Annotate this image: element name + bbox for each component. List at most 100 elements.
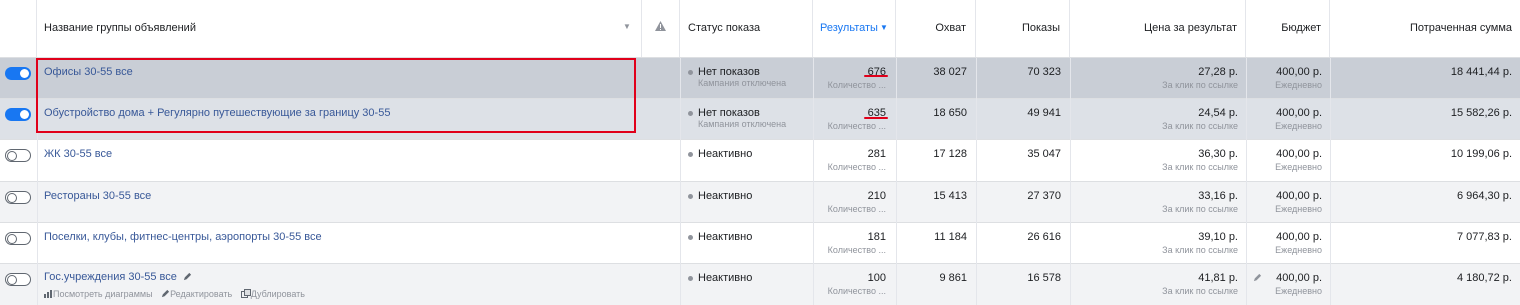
results-sub: Количество ...: [827, 80, 886, 90]
impressions-value: 35 047: [1027, 148, 1061, 160]
spent-value: 6 964,30 р.: [1456, 190, 1512, 202]
reach-value: 15 413: [933, 190, 967, 202]
adset-name-link[interactable]: Рестораны 30-55 все: [44, 190, 151, 202]
budget-value[interactable]: 400,00 р.: [1276, 272, 1322, 284]
budget-sub: Ежедневно: [1275, 121, 1322, 131]
adset-toggle[interactable]: [5, 273, 31, 286]
delivery-status: Нет показов Кампания отключена: [688, 66, 786, 88]
budget-value[interactable]: 400,00 р.: [1276, 231, 1322, 243]
table-row[interactable]: Рестораны 30-55 все Неактивно 210 Количе…: [0, 182, 1520, 223]
status-sub: Кампания отключена: [698, 78, 787, 88]
header-status[interactable]: Статус показа: [688, 22, 760, 34]
col-divider: [1070, 58, 1071, 305]
col-divider: [1246, 58, 1247, 305]
table-row[interactable]: ЖК 30-55 все Неактивно 281 Количество ..…: [0, 140, 1520, 182]
header-results[interactable]: Результаты: [820, 22, 878, 34]
spent-value: 18 441,44 р.: [1450, 66, 1512, 78]
reach-value: 18 650: [933, 107, 967, 119]
budget-sub: Ежедневно: [1275, 80, 1322, 90]
header-impressions-col[interactable]: Показы: [976, 0, 1070, 57]
header-cost[interactable]: Цена за результат: [1144, 22, 1237, 34]
status-dot-icon: [688, 110, 693, 116]
impressions-value: 16 578: [1027, 272, 1061, 284]
header-impressions[interactable]: Показы: [1022, 22, 1060, 34]
adset-name-link[interactable]: Офисы 30-55 все: [44, 66, 133, 78]
budget-sub: Ежедневно: [1275, 204, 1322, 214]
adset-name-link[interactable]: Поселки, клубы, фитнес-центры, аэропорты…: [44, 231, 322, 243]
budget-value[interactable]: 400,00 р.: [1276, 148, 1322, 160]
impressions-value: 27 370: [1027, 190, 1061, 202]
status-sub: Кампания отключена: [698, 119, 787, 129]
cost-sub: За клик по ссылке: [1162, 286, 1238, 296]
header-spent[interactable]: Потраченная сумма: [1410, 22, 1512, 34]
header-toggle-col: [0, 0, 37, 57]
header-reach[interactable]: Охват: [935, 22, 966, 34]
budget-edit-pencil-icon[interactable]: [1253, 273, 1262, 282]
cost-value: 39,10 р.: [1198, 231, 1238, 243]
adset-toggle[interactable]: [5, 191, 31, 204]
header-budget-col[interactable]: Бюджет: [1246, 0, 1330, 57]
impressions-value: 49 941: [1027, 107, 1061, 119]
chart-icon: [44, 290, 52, 298]
warning-icon[interactable]: [655, 21, 666, 31]
header-reach-col[interactable]: Охват: [896, 0, 976, 57]
results-sub: Количество ...: [827, 121, 886, 131]
header-warning-col[interactable]: [642, 0, 680, 57]
sort-chevron-icon[interactable]: ▼: [623, 22, 631, 31]
cost-sub: За клик по ссылке: [1162, 245, 1238, 255]
reach-value: 17 128: [933, 148, 967, 160]
spent-value: 15 582,26 р.: [1450, 107, 1512, 119]
delivery-status: Неактивно: [688, 148, 752, 160]
delivery-status: Неактивно: [688, 231, 752, 243]
cost-value: 36,30 р.: [1198, 148, 1238, 160]
header-status-col[interactable]: Статус показа: [680, 0, 813, 57]
header-name-col[interactable]: Название группы объявлений ▼: [37, 0, 642, 57]
duplicate-action[interactable]: Дублировать: [240, 289, 305, 299]
spent-value: 7 077,83 р.: [1456, 231, 1512, 243]
col-divider: [813, 58, 814, 305]
budget-value[interactable]: 400,00 р.: [1276, 66, 1322, 78]
results-sub: Количество ...: [827, 286, 886, 296]
budget-sub: Ежедневно: [1275, 245, 1322, 255]
pencil-icon[interactable]: [183, 272, 192, 281]
header-results-col[interactable]: Результаты ▼: [813, 0, 896, 57]
delivery-status: Нет показов Кампания отключена: [688, 107, 786, 129]
table-row[interactable]: Офисы 30-55 все Нет показов Кампания откл…: [0, 58, 1520, 99]
adset-name-link[interactable]: ЖК 30-55 все: [44, 148, 112, 160]
adset-toggle[interactable]: [5, 67, 31, 80]
impressions-value: 26 616: [1027, 231, 1061, 243]
cost-sub: За клик по ссылке: [1162, 80, 1238, 90]
header-budget[interactable]: Бюджет: [1281, 22, 1321, 34]
header-cost-col[interactable]: Цена за результат: [1070, 0, 1246, 57]
reach-value: 9 861: [939, 272, 967, 284]
sort-down-icon[interactable]: ▼: [880, 23, 888, 32]
header-name[interactable]: Название группы объявлений: [44, 22, 196, 34]
impressions-value: 70 323: [1027, 66, 1061, 78]
view-charts-action[interactable]: Посмотреть диаграммы: [44, 289, 155, 299]
edit-action[interactable]: Редактировать: [161, 289, 235, 299]
delivery-status: Неактивно: [688, 272, 752, 284]
row-actions: Посмотреть диаграммы Редактировать Дубли…: [44, 289, 305, 299]
results-sub: Количество ...: [827, 162, 886, 172]
adset-name-link[interactable]: Обустройство дома + Регулярно путешеству…: [44, 107, 390, 119]
budget-value[interactable]: 400,00 р.: [1276, 107, 1322, 119]
table-row[interactable]: Поселки, клубы, фитнес-центры, аэропорты…: [0, 223, 1520, 264]
adset-toggle[interactable]: [5, 232, 31, 245]
reach-value: 38 027: [933, 66, 967, 78]
results-value: 210: [867, 190, 886, 202]
adset-toggle[interactable]: [5, 149, 31, 162]
results-sub: Количество ...: [827, 204, 886, 214]
cost-sub: За клик по ссылке: [1162, 121, 1238, 131]
adset-name-link[interactable]: Гос.учреждения 30-55 все: [44, 271, 192, 283]
adset-toggle[interactable]: [5, 108, 31, 121]
budget-value[interactable]: 400,00 р.: [1276, 190, 1322, 202]
cost-sub: За клик по ссылке: [1162, 204, 1238, 214]
cost-value: 41,81 р.: [1198, 272, 1238, 284]
results-value: 181: [867, 231, 886, 243]
header-spent-col[interactable]: Потраченная сумма: [1330, 0, 1520, 57]
results-value: 281: [867, 148, 886, 160]
results-value: 100: [867, 272, 886, 284]
table-row[interactable]: Обустройство дома + Регулярно путешеству…: [0, 99, 1520, 140]
pencil-icon: [161, 289, 170, 298]
duplicate-icon: [240, 289, 251, 298]
